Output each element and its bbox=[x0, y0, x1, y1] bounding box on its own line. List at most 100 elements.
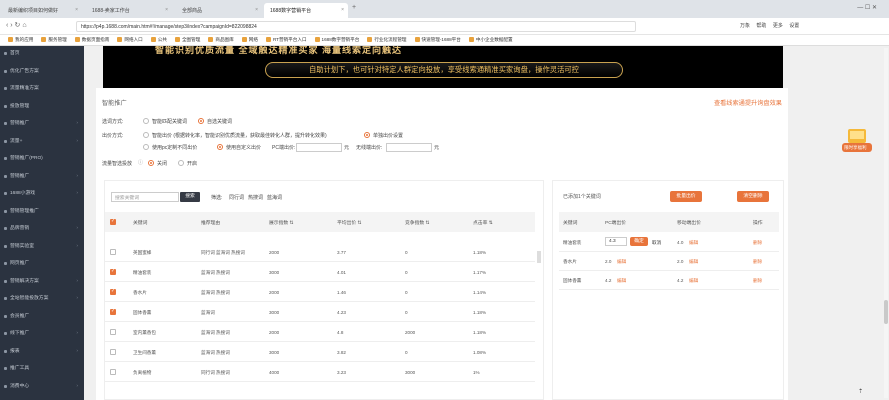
table-row[interactable]: 精油套装 蓝海词 热搜词 3000 4.01 0 1.17% bbox=[105, 263, 535, 282]
sidebar-item[interactable]: 营销推广 › bbox=[0, 171, 84, 182]
filter-tag[interactable]: 热搜词 bbox=[248, 194, 263, 201]
table-row[interactable]: 负离植物 同行词 热搜词 4000 3.23 3000 1% bbox=[105, 363, 535, 382]
nav-buttons[interactable]: ‹ › ↻ ⌂ bbox=[6, 21, 27, 29]
batch-bid-button[interactable]: 批量出价 bbox=[670, 191, 702, 202]
radio-smart-keywords[interactable] bbox=[143, 118, 149, 124]
sidebar-item[interactable]: 消费中心 › bbox=[0, 381, 84, 392]
radio-smart-on[interactable] bbox=[178, 160, 184, 166]
right-link[interactable]: 查看线索通提升询盘效果 bbox=[714, 98, 782, 107]
radio-smart-bid[interactable] bbox=[143, 132, 149, 138]
menu-item[interactable]: 更多 bbox=[773, 23, 783, 29]
promo-banner[interactable]: 智能识别优质流量 全域触达精准买家 海量线索定向触达 自助计划下，也可针对特定人… bbox=[103, 46, 783, 88]
browser-tab[interactable]: 最新编织项目如何做好 × bbox=[2, 3, 82, 18]
table-row[interactable]: 室内薰香包 蓝海词 热搜词 2000 4.8 2000 1.18% bbox=[105, 323, 535, 342]
delete-link[interactable]: 删除 bbox=[753, 259, 762, 265]
wireless-bid-input[interactable] bbox=[386, 143, 432, 152]
filter-tag[interactable]: 同行词 bbox=[229, 194, 244, 201]
confirm-button[interactable]: 确定 bbox=[630, 237, 648, 246]
row-checkbox[interactable] bbox=[110, 249, 116, 255]
row-checkbox[interactable] bbox=[110, 288, 116, 295]
bookmark-item[interactable]: 公共 bbox=[150, 37, 167, 43]
close-icon[interactable]: × bbox=[75, 7, 78, 13]
keyword-search-input[interactable]: 搜索关键词 bbox=[111, 192, 179, 202]
bookmark-item[interactable]: 数据页面指南 bbox=[74, 37, 109, 43]
bookmark-item[interactable]: 商品图库 bbox=[208, 37, 234, 43]
delete-link[interactable]: 删除 bbox=[753, 240, 762, 246]
bookmark-item[interactable]: 服务管理 bbox=[41, 37, 67, 43]
pc-bid-edit-input[interactable]: 4.3 bbox=[605, 237, 627, 246]
browser-tab[interactable]: 全部商品 × bbox=[176, 3, 262, 18]
back-to-top-icon[interactable]: ⇡ bbox=[858, 388, 863, 395]
sidebar-item[interactable]: 会员推广 bbox=[0, 311, 84, 322]
column-header[interactable]: 竞争指数 ⇅ bbox=[405, 219, 430, 226]
close-icon[interactable]: × bbox=[255, 7, 258, 13]
edit-link[interactable]: 编辑 bbox=[617, 259, 626, 265]
row-checkbox[interactable] bbox=[110, 349, 116, 355]
bookmark-item[interactable]: 网络 bbox=[241, 37, 258, 43]
radio-custom-keywords[interactable] bbox=[198, 118, 204, 124]
column-header[interactable]: 平均出价 ⇅ bbox=[337, 219, 362, 226]
new-tab-icon[interactable]: + bbox=[352, 4, 356, 11]
edit-link[interactable]: 编辑 bbox=[689, 240, 698, 246]
scrollbar-thumb[interactable] bbox=[884, 300, 888, 324]
sidebar-item[interactable]: 投放管理 bbox=[0, 101, 84, 112]
table-row[interactable]: 卫生间香薰 蓝海词 热搜词 3000 3.82 0 1.08% bbox=[105, 343, 535, 362]
menu-item[interactable]: 帮助 bbox=[756, 23, 766, 29]
sidebar-item[interactable]: 流量精准方案 bbox=[0, 83, 84, 94]
sidebar-item[interactable]: 流量+ › bbox=[0, 136, 84, 147]
sidebar-item[interactable]: 营销推广 › bbox=[0, 118, 84, 129]
table-row[interactable]: 固体香薰 蓝海词 3000 4.23 0 1.18% bbox=[105, 303, 535, 322]
window-controls[interactable]: — ☐ ✕ bbox=[857, 4, 877, 11]
bookmark-item[interactable]: 快速管理-1688平台 bbox=[414, 37, 461, 43]
sidebar-item[interactable]: 1688小游戏 › bbox=[0, 188, 84, 199]
browser-tab-active[interactable]: 1688数字营销平台 × bbox=[264, 3, 348, 18]
search-button[interactable]: 搜索 bbox=[180, 192, 200, 202]
select-all-checkbox[interactable] bbox=[110, 218, 116, 225]
bookmark-item[interactable]: 行业化流程管理 bbox=[367, 37, 407, 43]
sidebar-item[interactable]: 推广工具 bbox=[0, 363, 84, 374]
column-header[interactable]: 展示指数 ⇅ bbox=[269, 219, 294, 226]
bookmark-item[interactable]: 全图管理 bbox=[174, 37, 200, 43]
promo-badge[interactable]: 限时享福利 bbox=[840, 127, 874, 157]
row-checkbox[interactable] bbox=[110, 369, 116, 375]
bookmark-item[interactable]: 我的应用 bbox=[8, 37, 33, 43]
sidebar-item[interactable]: 营销解决方案 › bbox=[0, 276, 84, 287]
close-icon[interactable]: × bbox=[341, 7, 344, 13]
sidebar-item[interactable]: 营销推广(PRO) bbox=[0, 153, 84, 164]
radio-custom-bid[interactable] bbox=[364, 132, 370, 138]
pc-bid-input[interactable] bbox=[296, 143, 342, 152]
sidebar-item[interactable]: 全站智能投放方案 › bbox=[0, 293, 84, 304]
sidebar-item[interactable]: 网页推广 bbox=[0, 258, 84, 269]
radio-smart-off[interactable] bbox=[148, 160, 154, 166]
url-field[interactable]: https://p4p.1688.com/main.htm#!/manage/s… bbox=[76, 21, 636, 32]
table-scrollbar[interactable] bbox=[537, 251, 541, 263]
edit-link[interactable]: 编辑 bbox=[617, 278, 626, 284]
row-checkbox[interactable] bbox=[110, 308, 116, 315]
sidebar-item[interactable]: 营销实验室 › bbox=[0, 241, 84, 252]
browser-tab[interactable]: 1688-卖家工作台 × bbox=[86, 3, 172, 18]
sidebar-item[interactable]: 首页 bbox=[0, 48, 84, 59]
table-row[interactable]: 香水片 蓝海词 热搜词 2000 1.46 0 1.14% bbox=[105, 283, 535, 302]
bookmark-item[interactable]: RT营销平台入口 bbox=[265, 37, 307, 43]
edit-link[interactable]: 编辑 bbox=[689, 278, 698, 284]
row-checkbox[interactable] bbox=[110, 268, 116, 275]
bookmark-item[interactable]: 中小企业数据配置 bbox=[468, 37, 513, 43]
sidebar-item[interactable]: 营销管理推广 bbox=[0, 206, 84, 217]
clear-delete-button[interactable]: 清空删除 bbox=[737, 191, 769, 202]
menu-item[interactable]: 万象 bbox=[740, 23, 750, 29]
row-checkbox[interactable] bbox=[110, 329, 116, 335]
page-scrollbar[interactable] bbox=[884, 48, 888, 398]
edit-link[interactable]: 编辑 bbox=[689, 259, 698, 265]
cancel-button[interactable]: 取消 bbox=[652, 240, 661, 246]
sidebar-item[interactable]: 品牌营销 › bbox=[0, 223, 84, 234]
sidebar-item[interactable]: 线下推广 › bbox=[0, 328, 84, 339]
filter-tag[interactable]: 蓝海词 bbox=[267, 194, 282, 201]
table-row[interactable]: 英国蜜蜂 同行词 蓝海词 热搜词 2000 3.77 0 1.18% bbox=[105, 243, 535, 262]
sidebar-item[interactable]: 优化广告方案 bbox=[0, 66, 84, 77]
close-icon[interactable]: × bbox=[165, 7, 168, 13]
radio-pc-bid[interactable] bbox=[143, 144, 149, 150]
column-header[interactable]: 点击率 ⇅ bbox=[473, 219, 493, 226]
help-icon[interactable]: ⓘ bbox=[138, 159, 143, 166]
delete-link[interactable]: 删除 bbox=[753, 278, 762, 284]
bookmark-item[interactable]: 1688数字营销平台 bbox=[314, 37, 359, 43]
